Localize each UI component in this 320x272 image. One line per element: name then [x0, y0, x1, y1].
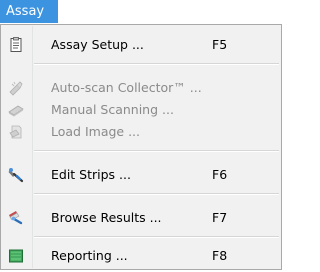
auto-scan-icon [8, 80, 24, 96]
menu-item-shortcut: F7 [212, 210, 228, 225]
menu-item-browse-results[interactable]: Browse Results ... F7 [2, 207, 280, 229]
menu-item-label: Reporting ... [51, 248, 128, 263]
menu-item-assay-setup[interactable]: Assay Setup ... F5 [2, 34, 280, 56]
menu-item-label: Auto-scan Collector™ ... [51, 80, 202, 95]
menu-item-shortcut: F8 [212, 248, 228, 263]
menu-item-label: Load Image ... [51, 124, 141, 139]
manual-scan-icon [8, 102, 24, 118]
menu-item-label: Browse Results ... [51, 210, 162, 225]
menu-item-label: Manual Scanning ... [51, 102, 174, 117]
menu-item-label: Assay Setup ... [51, 37, 144, 52]
menu-item-shortcut: F6 [212, 167, 228, 182]
menu-item-manual-scanning[interactable]: Manual Scanning ... [2, 99, 280, 121]
menu-separator [34, 236, 279, 238]
menu-item-reporting[interactable]: Reporting ... F8 [2, 245, 280, 267]
menu-separator [34, 150, 279, 152]
icon-gutter-divider [32, 26, 33, 268]
menu-item-shortcut: F5 [212, 37, 228, 52]
reporting-icon [8, 248, 24, 264]
menu-tab-assay[interactable]: Assay [0, 0, 58, 23]
menu-item-label: Edit Strips ... [51, 167, 131, 182]
menu-separator [34, 193, 279, 195]
assay-dropdown-menu: Assay Setup ... F5 Auto-scan Collector™ … [0, 24, 282, 270]
menu-item-load-image[interactable]: Load Image ... [2, 121, 280, 143]
menu-separator [34, 63, 279, 65]
menu-item-auto-scan-collector[interactable]: Auto-scan Collector™ ... [2, 77, 280, 99]
edit-strips-icon [8, 167, 24, 183]
document-list-icon [8, 37, 24, 53]
load-image-icon [8, 124, 24, 140]
menu-item-edit-strips[interactable]: Edit Strips ... F6 [2, 164, 280, 186]
browse-results-icon [8, 210, 24, 226]
